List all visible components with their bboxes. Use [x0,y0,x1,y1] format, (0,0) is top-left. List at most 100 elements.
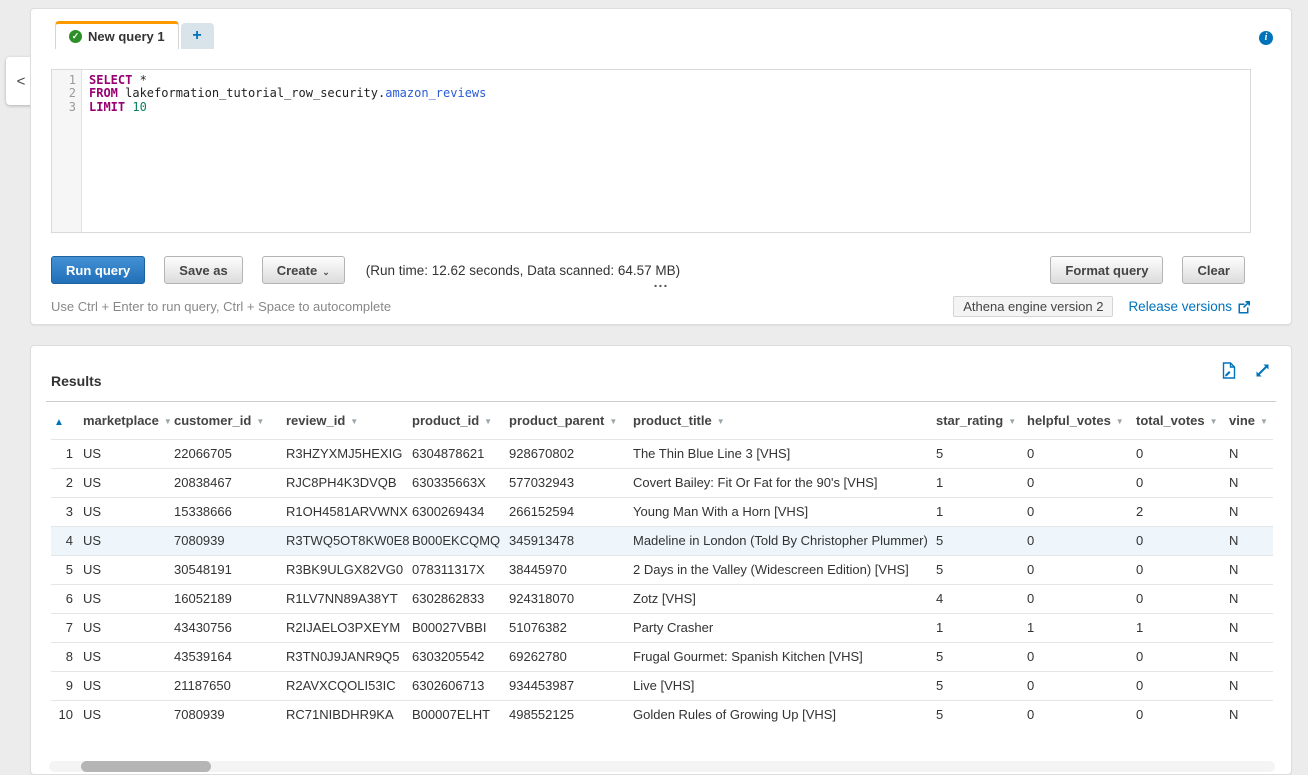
sort-column-header[interactable]: ▲ [51,402,83,439]
row-number: 6 [51,584,83,613]
table-row[interactable]: 4US7080939R3TWQ5OT8KW0E8B000EKCQMQ345913… [51,526,1273,555]
row-number: 1 [51,439,83,468]
table-cell: 51076382 [509,613,633,642]
table-cell: 928670802 [509,439,633,468]
row-number: 5 [51,555,83,584]
row-number: 9 [51,671,83,700]
table-cell: R3TWQ5OT8KW0E8 [286,526,412,555]
column-menu-icon[interactable]: ▼ [164,417,172,426]
table-cell: B00007ELHT [412,700,509,729]
table-cell: Young Man With a Horn [VHS] [633,497,936,526]
column-menu-icon[interactable]: ▼ [1260,417,1268,426]
table-cell: US [83,468,174,497]
table-cell: 16052189 [174,584,286,613]
table-cell: 43539164 [174,642,286,671]
release-versions-link[interactable]: Release versions [1128,299,1251,314]
run-stats-text: (Run time: 12.62 seconds, Data scanned: … [366,263,680,278]
table-cell: 5 [936,642,1027,671]
expand-results-icon[interactable] [1254,362,1271,379]
table-row[interactable]: 6US16052189R1LV7NN89A38YT630286283392431… [51,584,1273,613]
table-row[interactable]: 7US43430756R2IJAELO3PXEYMB00027VBBI51076… [51,613,1273,642]
column-header-review_id[interactable]: review_id▼ [286,402,412,439]
column-header-product_parent[interactable]: product_parent▼ [509,402,633,439]
results-header-row: ▲ marketplace▼customer_id▼review_id▼prod… [51,402,1273,439]
table-cell: 22066705 [174,439,286,468]
column-header-product_title[interactable]: product_title▼ [633,402,936,439]
results-table: ▲ marketplace▼customer_id▼review_id▼prod… [51,402,1273,729]
table-cell: 0 [1027,497,1136,526]
table-cell: N [1229,497,1273,526]
create-button[interactable]: Create⌄ [262,256,345,284]
row-number: 8 [51,642,83,671]
column-menu-icon[interactable]: ▼ [609,417,617,426]
format-query-button[interactable]: Format query [1050,256,1163,284]
table-cell: R3BK9ULGX82VG0 [286,555,412,584]
column-header-product_id[interactable]: product_id▼ [412,402,509,439]
table-cell: 498552125 [509,700,633,729]
table-row[interactable]: 1US22066705R3HZYXMJ5HEXIG630487862192867… [51,439,1273,468]
table-row[interactable]: 5US30548191R3BK9ULGX82VG0078311317X38445… [51,555,1273,584]
table-row[interactable]: 9US21187650R2AVXCQOLI53IC630260671393445… [51,671,1273,700]
table-cell: R1LV7NN89A38YT [286,584,412,613]
query-tabs: ✓ New query 1 + [55,21,214,49]
table-cell: 5 [936,671,1027,700]
table-cell: 6304878621 [412,439,509,468]
save-as-button[interactable]: Save as [164,256,242,284]
scrollbar-thumb[interactable] [81,761,211,772]
table-cell: N [1229,468,1273,497]
download-results-icon[interactable] [1221,362,1237,379]
column-header-customer_id[interactable]: customer_id▼ [174,402,286,439]
column-menu-icon[interactable]: ▼ [1116,417,1124,426]
column-menu-icon[interactable]: ▼ [484,417,492,426]
run-query-button[interactable]: Run query [51,256,145,284]
line-number: 2 [52,87,76,100]
table-cell: R2IJAELO3PXEYM [286,613,412,642]
table-cell: 0 [1027,526,1136,555]
table-cell: 6303205542 [412,642,509,671]
chevron-left-icon: < [17,73,26,90]
line-number: 1 [52,74,76,87]
column-header-marketplace[interactable]: marketplace▼ [83,402,174,439]
new-tab-button[interactable]: + [181,23,214,49]
column-menu-icon[interactable]: ▼ [1210,417,1218,426]
table-row[interactable]: 10US7080939RC71NIBDHR9KAB00007ELHT498552… [51,700,1273,729]
column-header-total_votes[interactable]: total_votes▼ [1136,402,1229,439]
clear-button[interactable]: Clear [1182,256,1245,284]
sql-editor[interactable]: 123 SELECT *FROM lakeformation_tutorial_… [51,69,1251,233]
sql-code-area[interactable]: SELECT *FROM lakeformation_tutorial_row_… [82,70,1250,232]
column-header-star_rating[interactable]: star_rating▼ [936,402,1027,439]
row-number: 3 [51,497,83,526]
table-cell: N [1229,613,1273,642]
table-cell: 5 [936,555,1027,584]
code-line: FROM lakeformation_tutorial_row_security… [89,87,1250,100]
table-cell: US [83,671,174,700]
info-icon[interactable]: i [1259,31,1273,45]
table-row[interactable]: 8US43539164R3TN0J9JANR9Q5630320554269262… [51,642,1273,671]
column-menu-icon[interactable]: ▼ [256,417,264,426]
table-cell: 0 [1136,671,1229,700]
column-menu-icon[interactable]: ▼ [1008,417,1016,426]
table-cell: 1 [936,497,1027,526]
table-row[interactable]: 2US20838467RJC8PH4K3DVQB630335663X577032… [51,468,1273,497]
column-menu-icon[interactable]: ▼ [717,417,725,426]
table-cell: Covert Bailey: Fit Or Fat for the 90's [… [633,468,936,497]
table-row[interactable]: 3US15338666R1OH4581ARVWNX630026943426615… [51,497,1273,526]
table-cell: Madeline in London (Told By Christopher … [633,526,936,555]
tab-new-query-1[interactable]: ✓ New query 1 [55,21,179,49]
column-header-helpful_votes[interactable]: helpful_votes▼ [1027,402,1136,439]
table-cell: US [83,700,174,729]
table-cell: 5 [936,439,1027,468]
table-cell: 4 [936,584,1027,613]
column-menu-icon[interactable]: ▼ [350,417,358,426]
horizontal-scrollbar[interactable] [49,761,1275,772]
column-header-vine[interactable]: vine▼ [1229,402,1273,439]
row-number: 10 [51,700,83,729]
line-number-gutter: 123 [52,70,82,232]
table-cell: Golden Rules of Growing Up [VHS] [633,700,936,729]
sort-ascending-icon: ▲ [54,417,64,428]
chevron-down-icon: ⌄ [322,267,330,277]
table-cell: N [1229,439,1273,468]
resize-grip-icon[interactable]: ... [654,277,669,287]
table-cell: US [83,555,174,584]
row-number: 4 [51,526,83,555]
